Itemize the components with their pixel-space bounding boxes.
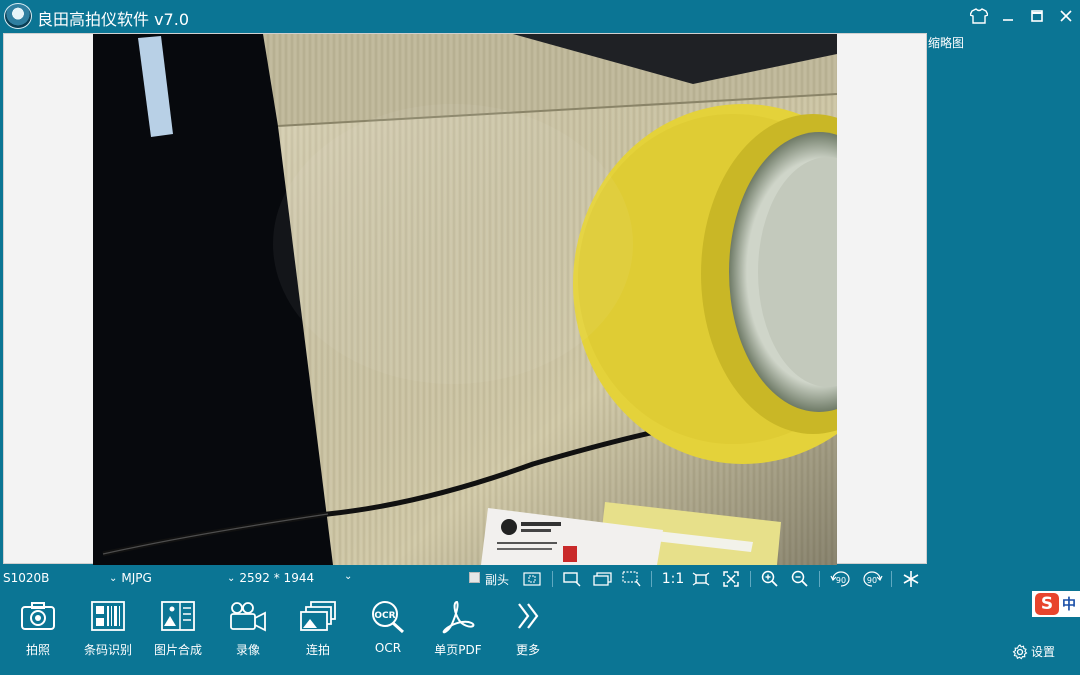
burst-label: 连拍	[305, 643, 330, 657]
barcode-label: 条码识别	[83, 643, 132, 657]
resolution-select[interactable]: ⌄ 2592 * 1944	[227, 571, 314, 585]
skin-icon[interactable]	[964, 0, 993, 32]
resolution-value: 2592 * 1944	[239, 571, 315, 585]
record-button[interactable]: 录像	[213, 594, 283, 674]
barcode-button[interactable]: 条码识别	[73, 594, 143, 674]
more-label: 更多	[515, 643, 540, 657]
ocr-button[interactable]: OCR OCR	[353, 594, 423, 674]
record-label: 录像	[235, 643, 260, 657]
ime-indicator[interactable]: S 中	[1032, 591, 1080, 617]
preview-panel	[3, 33, 927, 565]
camera-frame-image	[93, 34, 837, 565]
crop-icon[interactable]	[561, 569, 583, 589]
image-merge-label: 图片合成	[153, 643, 202, 657]
sub-camera-label: 副头	[485, 573, 510, 587]
ocr-label: OCR	[374, 641, 402, 655]
image-merge-icon	[161, 601, 195, 631]
settings-button[interactable]: 设置	[1012, 643, 1055, 660]
gear-icon	[1012, 643, 1028, 659]
sub-camera-checkbox[interactable]	[469, 572, 480, 583]
image-merge-button[interactable]: 图片合成	[143, 594, 213, 674]
burst-button[interactable]: 连拍	[283, 594, 353, 674]
rotate-left-label: 90	[836, 576, 846, 585]
zoom-out-icon[interactable]	[789, 569, 811, 589]
fullscreen-icon[interactable]	[720, 569, 742, 589]
single-pdf-button[interactable]: 单页PDF	[423, 594, 493, 674]
ocr-glyph: OCR	[374, 611, 395, 621]
camera-preview[interactable]	[93, 34, 837, 565]
capture-label: 拍照	[25, 643, 50, 657]
thumbnail-label: 缩略图	[928, 36, 965, 50]
settings-label: 设置	[1031, 645, 1056, 659]
camera-icon	[21, 602, 55, 630]
control-bar: S1020B ⌄ MJPG ⌄ 2592 * 1944 ⌄ 副头 1:1 90 …	[0, 565, 928, 593]
maximize-icon[interactable]	[1022, 0, 1051, 32]
rotate-right-label: 90	[867, 576, 877, 585]
window-controls	[964, 0, 1080, 32]
close-icon[interactable]	[1051, 0, 1080, 32]
more-button[interactable]: 更多	[493, 594, 563, 674]
format-value: MJPG	[121, 571, 152, 585]
divider	[891, 571, 892, 587]
minimize-icon[interactable]	[993, 0, 1022, 32]
more-icon	[518, 603, 539, 629]
app-logo-icon	[4, 3, 32, 29]
freeze-icon[interactable]	[900, 569, 922, 589]
title-bar: 良田高拍仪软件 v7.0	[0, 0, 1080, 32]
barcode-icon	[91, 601, 125, 631]
main-toolbar: 拍照 条码识别 图片合成 录像 连拍 OCR OCR 单页PDF 更多	[0, 594, 560, 674]
divider	[552, 571, 553, 587]
chevron-down-icon: ⌄	[227, 572, 236, 584]
ocr-icon: OCR	[372, 601, 405, 634]
fit-window-icon[interactable]	[690, 569, 712, 589]
divider	[750, 571, 751, 587]
divider	[819, 571, 820, 587]
capture-button[interactable]: 拍照	[3, 594, 73, 674]
manual-crop-icon[interactable]	[621, 569, 643, 589]
actual-size-button[interactable]: 1:1	[660, 569, 686, 589]
ime-mode-label: 中	[1062, 597, 1076, 613]
sogou-logo-icon: S	[1035, 593, 1059, 615]
pdf-icon	[442, 600, 475, 634]
video-icon	[230, 602, 266, 632]
device-value: S1020B	[3, 571, 50, 585]
auto-crop-icon[interactable]	[521, 569, 543, 589]
rotate-left-icon[interactable]: 90	[829, 569, 853, 589]
format-select[interactable]: ⌄ MJPG	[109, 571, 152, 585]
burst-icon	[300, 601, 336, 631]
multi-crop-icon[interactable]	[591, 569, 613, 589]
single-pdf-label: 单页PDF	[434, 643, 482, 657]
chevron-down-icon: ⌄	[109, 572, 118, 584]
chevron-down-icon[interactable]: ⌄	[344, 571, 352, 582]
divider	[651, 571, 652, 587]
window-title: 良田高拍仪软件 v7.0	[37, 10, 190, 29]
device-select[interactable]: S1020B	[3, 571, 49, 585]
rotate-right-icon[interactable]: 90	[860, 569, 884, 589]
zoom-in-icon[interactable]	[759, 569, 781, 589]
